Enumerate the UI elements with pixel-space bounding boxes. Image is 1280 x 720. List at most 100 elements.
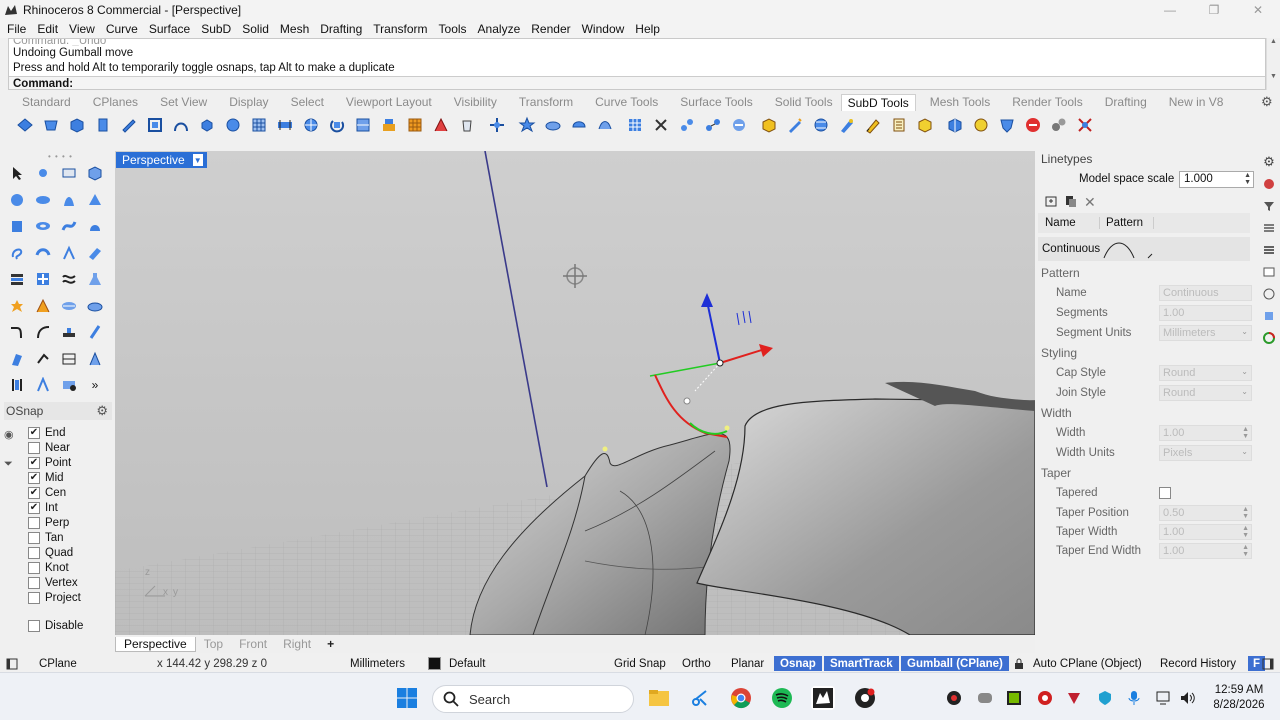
subd-cylinder-icon[interactable] [90, 113, 116, 137]
subd-pencil-icon[interactable] [860, 113, 886, 137]
viewport-dropdown-icon[interactable]: ▼ [192, 154, 203, 166]
spinner-icon[interactable]: ▲ ▼ [1244, 172, 1251, 186]
volume-icon[interactable] [1179, 690, 1197, 706]
osnap-item-int[interactable]: ✔ Int [28, 500, 112, 515]
extend-icon[interactable] [56, 319, 82, 346]
menu-render[interactable]: Render [527, 22, 577, 36]
eye-icon[interactable]: ◉ [4, 428, 20, 448]
layer-swatch-icon[interactable] [428, 656, 441, 671]
ortho-toggle[interactable]: Ortho [682, 656, 711, 671]
windows-start-icon[interactable] [395, 686, 419, 710]
explode-icon[interactable] [4, 293, 30, 320]
panel-settings-gear-icon[interactable]: ⚙ [1258, 151, 1280, 173]
filter-panel-icon[interactable] [1258, 195, 1280, 217]
copy-linetype-icon[interactable] [1064, 194, 1078, 211]
osnap-item-perp[interactable]: Perp [28, 515, 112, 530]
tray-shield-icon[interactable] [1096, 690, 1114, 706]
github-desktop-icon[interactable] [853, 686, 877, 710]
tray-nvidia-icon[interactable] [1005, 690, 1023, 706]
subd-frame-icon[interactable] [142, 113, 168, 137]
materials-icon[interactable] [1258, 173, 1280, 195]
segments-field[interactable]: 1.00 [1159, 305, 1252, 321]
offset-icon[interactable] [82, 319, 108, 346]
gumball-toggle[interactable]: Gumball (CPlane) [901, 656, 1009, 671]
auto-cplane-toggle[interactable]: Auto CPlane (Object) [1033, 656, 1142, 671]
menu-transform[interactable]: Transform [369, 22, 434, 36]
osnap-item-vertex[interactable]: Vertex [28, 575, 112, 590]
menu-view[interactable]: View [65, 22, 102, 36]
blend-icon[interactable] [4, 346, 30, 373]
taskbar-clock[interactable]: 12:59 AM 8/28/2026 [1204, 683, 1274, 713]
name-field[interactable]: Continuous [1159, 285, 1252, 301]
subd-stair-icon[interactable] [886, 113, 912, 137]
subd-bridge-icon[interactable] [272, 113, 298, 137]
osnap-item-point[interactable]: ✔ Point [28, 455, 112, 470]
spinner-icon[interactable]: ▲ ▼ [1242, 506, 1249, 520]
cap-style-select[interactable]: Round ⌄ [1159, 365, 1252, 381]
viewport-tab-right[interactable]: Right [275, 637, 319, 651]
network-icon[interactable] [1155, 690, 1173, 706]
subd-join-icon[interactable] [674, 113, 700, 137]
menu-solid[interactable]: Solid [238, 22, 276, 36]
record-history-toggle[interactable]: Record History [1160, 656, 1236, 671]
osnap-item-quad[interactable]: Quad [28, 545, 112, 560]
color-panel-icon[interactable] [1258, 327, 1280, 349]
tab-surface-tools[interactable]: Surface Tools [666, 94, 761, 110]
grid-snap-toggle[interactable]: Grid Snap [614, 656, 666, 671]
osnap-checkbox[interactable]: ✔ [28, 486, 40, 499]
osnap-item-cen[interactable]: ✔ Cen [28, 485, 112, 500]
scroll-down-icon[interactable]: ▼ [1267, 73, 1280, 80]
subd-edit-icon[interactable] [782, 113, 808, 137]
osnap-checkbox[interactable] [28, 531, 40, 544]
box-icon[interactable] [82, 160, 108, 187]
mirror-icon[interactable] [82, 346, 108, 373]
tapered-checkbox[interactable] [1159, 487, 1171, 499]
osnap-checkbox[interactable] [28, 576, 40, 589]
menu-window[interactable]: Window [578, 22, 632, 36]
scroll-up-icon[interactable]: ▲ [1267, 38, 1280, 45]
taper-width-field[interactable]: 1.00 ▲ ▼ [1159, 523, 1252, 540]
osnap-checkbox[interactable] [28, 561, 40, 574]
taskbar-search[interactable]: Search [432, 685, 634, 713]
tab-transform[interactable]: Transform [505, 94, 581, 110]
current-layer[interactable]: Default [449, 656, 485, 671]
width-field[interactable]: 1.00 ▲ ▼ [1159, 425, 1252, 441]
more-tools-icon[interactable]: » [82, 372, 108, 399]
chamfer-icon[interactable] [30, 319, 56, 346]
toolbar-grip-icon[interactable]: • • • • [48, 152, 73, 161]
wave-icon[interactable] [56, 266, 82, 293]
subd-cloud-icon[interactable] [540, 113, 566, 137]
subd-rotate-icon[interactable] [324, 113, 350, 137]
subd-no-entry-icon[interactable] [1020, 113, 1046, 137]
sweep-icon[interactable] [56, 240, 82, 267]
subd-bucket-icon[interactable] [454, 113, 480, 137]
subd-gears-icon[interactable] [1046, 113, 1072, 137]
move-icon[interactable] [30, 266, 56, 293]
tray-discord-icon[interactable] [976, 690, 994, 706]
taper-end-width-field[interactable]: 1.00 ▲ ▼ [1159, 542, 1252, 559]
split-icon[interactable] [56, 293, 82, 320]
smarttrack-toggle[interactable]: SmartTrack [824, 656, 899, 671]
perspective-viewport[interactable]: z x y [115, 151, 1035, 635]
cone-icon[interactable] [82, 187, 108, 214]
paraboloid-icon[interactable] [56, 187, 82, 214]
command-prompt[interactable]: Command: [9, 76, 1265, 89]
text-icon[interactable] [4, 372, 30, 399]
subd-pen-icon[interactable] [834, 113, 860, 137]
properties-panel-icon[interactable] [1258, 239, 1280, 261]
subd-star-icon[interactable] [514, 113, 540, 137]
viewport-tab-perspective[interactable]: Perspective [115, 636, 196, 652]
menu-analyze[interactable]: Analyze [474, 22, 528, 36]
units-label[interactable]: Millimeters [350, 656, 405, 671]
lock-icon[interactable] [1014, 656, 1024, 671]
subd-unjoin-icon[interactable] [700, 113, 726, 137]
tab-drafting[interactable]: Drafting [1091, 94, 1155, 110]
spinner-icon[interactable]: ▲ ▼ [1242, 426, 1249, 440]
add-viewport-tab-button[interactable]: + [319, 637, 342, 651]
layers-icon[interactable] [4, 266, 30, 293]
array-icon[interactable] [56, 346, 82, 373]
taper-position-field[interactable]: 0.50 ▲ ▼ [1159, 504, 1252, 521]
viewport-title-button[interactable]: Perspective ▼ [116, 152, 207, 168]
revolve-icon[interactable] [30, 240, 56, 267]
osnap-toggle[interactable]: Osnap [774, 656, 822, 671]
